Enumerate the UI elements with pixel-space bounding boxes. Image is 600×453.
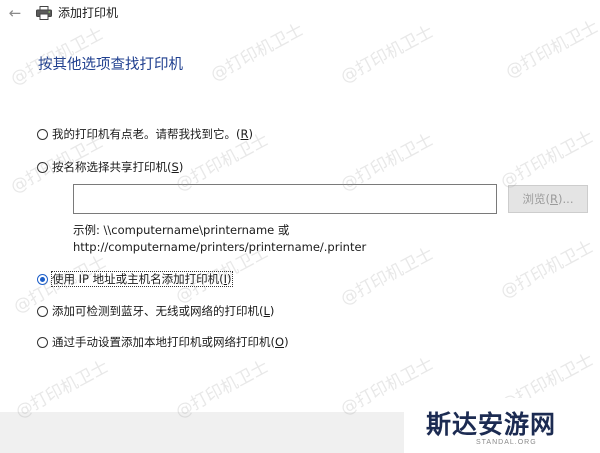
radio-button[interactable] bbox=[37, 161, 48, 173]
logo-text: 斯达安游网 bbox=[426, 410, 557, 439]
title-bar: ← 添加打印机 bbox=[0, 0, 600, 30]
radio-label: 通过手动设置添加本地打印机或网络打印机(O) bbox=[52, 335, 289, 349]
radio-button-selected[interactable] bbox=[37, 273, 48, 285]
radio-option-ip-address[interactable]: 使用 IP 地址或主机名添加打印机(I) bbox=[37, 271, 233, 287]
radio-option-manual-settings[interactable]: 通过手动设置添加本地打印机或网络打印机(O) bbox=[37, 334, 289, 350]
example-text-line-1: 示例: \\computername\printername 或 bbox=[73, 223, 290, 237]
page-heading: 按其他选项查找打印机 bbox=[38, 57, 183, 73]
radio-button[interactable] bbox=[37, 128, 48, 140]
watermark: @打印机卫士 bbox=[7, 23, 107, 90]
back-arrow-icon[interactable]: ← bbox=[6, 4, 24, 22]
radio-label: 按名称选择共享打印机(S) bbox=[52, 160, 184, 174]
browse-button[interactable]: 浏览(R)... bbox=[508, 185, 588, 213]
logo-subtext: STANDAL.ORG bbox=[476, 439, 537, 446]
site-logo: 斯达安游网 STANDAL.ORG bbox=[404, 398, 600, 453]
shared-printer-name-input[interactable] bbox=[73, 184, 497, 214]
radio-label: 添加可检测到蓝牙、无线或网络的打印机(L) bbox=[52, 304, 275, 318]
radio-option-old-printer[interactable]: 我的打印机有点老。请帮我找到它。(R) bbox=[37, 126, 253, 142]
watermark: @打印机卫士 bbox=[497, 236, 597, 303]
radio-button[interactable] bbox=[37, 305, 48, 317]
window-title: 添加打印机 bbox=[58, 6, 119, 20]
watermark: @打印机卫士 bbox=[497, 126, 597, 193]
radio-option-shared-printer[interactable]: 按名称选择共享打印机(S) bbox=[37, 159, 183, 175]
radio-option-bluetooth-wireless[interactable]: 添加可检测到蓝牙、无线或网络的打印机(L) bbox=[37, 303, 274, 319]
printer-icon bbox=[36, 6, 52, 20]
radio-label: 使用 IP 地址或主机名添加打印机(I) bbox=[51, 271, 233, 287]
example-text-line-2: http://computername/printers/printername… bbox=[73, 240, 367, 254]
radio-label: 我的打印机有点老。请帮我找到它。(R) bbox=[52, 127, 253, 141]
radio-button[interactable] bbox=[37, 336, 48, 348]
